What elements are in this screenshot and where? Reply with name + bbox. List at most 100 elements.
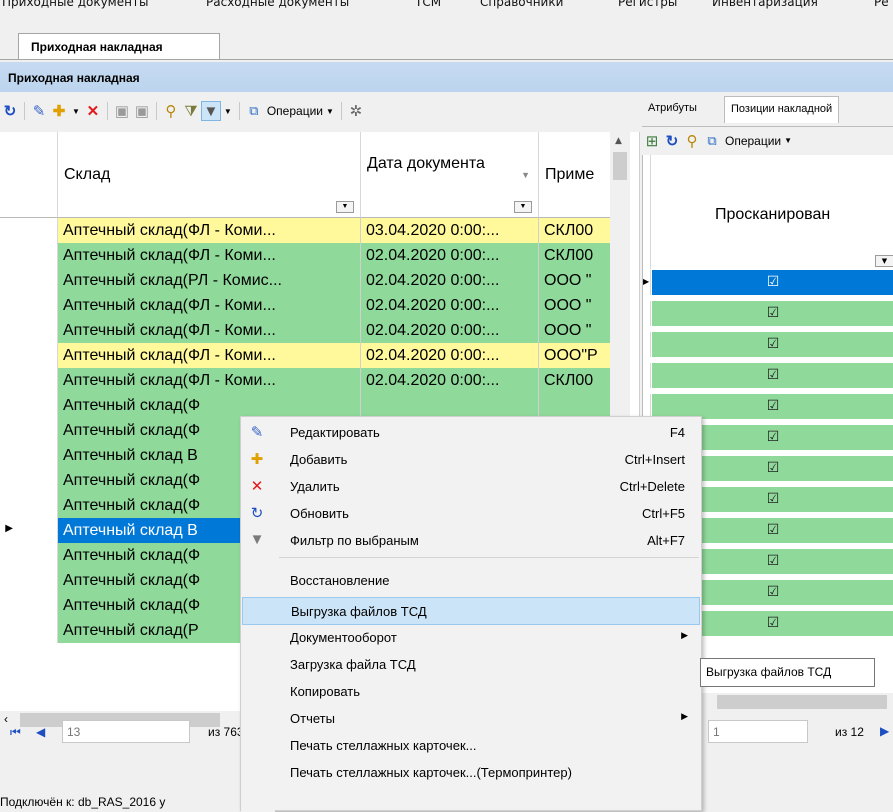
add-icon[interactable]: ✚: [49, 101, 69, 121]
cell-prim[interactable]: ООО ": [539, 268, 610, 293]
save-all-icon[interactable]: ▣: [132, 101, 152, 121]
table-row[interactable]: Аптечный склад(ФЛ - Коми... 02.04.2020 0:…: [0, 318, 639, 343]
table-row[interactable]: ▶ ☑: [643, 270, 893, 295]
scroll-thumb[interactable]: [717, 695, 887, 709]
menu-item-print-shelf-cards-thermal[interactable]: Печать стеллажных карточек...(Термопринт…: [242, 759, 700, 787]
refresh-icon[interactable]: ↻: [0, 101, 20, 121]
cell-sklad[interactable]: Аптечный склад(Ф: [58, 393, 361, 418]
column-header-date[interactable]: Дата документа ▼ ▼: [361, 132, 539, 218]
add-dropdown-icon[interactable]: ▼: [72, 107, 80, 116]
row-header[interactable]: [0, 443, 58, 468]
edit-icon[interactable]: ✎: [29, 101, 49, 121]
filter-dropdown-icon[interactable]: ▼: [875, 255, 893, 267]
menu-registers[interactable]: Регистры: [618, 0, 677, 9]
scroll-thumb[interactable]: [613, 152, 627, 180]
menu-incoming-docs[interactable]: Приходные документы: [2, 0, 148, 9]
row-header[interactable]: [0, 268, 58, 293]
binoculars-icon[interactable]: ⚲: [161, 101, 181, 121]
table-row[interactable]: Аптечный склад(ФЛ - Коми... 02.04.2020 0:…: [0, 343, 639, 368]
row-header[interactable]: [643, 301, 651, 326]
cell-date[interactable]: 02.04.2020 0:00:...: [361, 368, 539, 393]
binoculars-icon[interactable]: ⚲: [682, 131, 702, 151]
menu-item-restore[interactable]: Восстановление: [242, 567, 700, 595]
menu-item-copy[interactable]: Копировать: [242, 678, 700, 706]
tab-invoice-positions[interactable]: Позиции накладной: [724, 96, 840, 123]
menu-item-document-flow[interactable]: Документооборот ▶: [242, 624, 700, 652]
row-header[interactable]: [0, 543, 58, 568]
operations-dropdown-icon[interactable]: ▼: [784, 136, 792, 145]
row-header[interactable]: [0, 343, 58, 368]
next-page-icon[interactable]: ▶: [880, 724, 889, 738]
filter-clear-icon[interactable]: ⧩: [181, 101, 201, 121]
menu-outgoing-docs[interactable]: Расходные документы: [206, 0, 349, 9]
table-row[interactable]: Аптечный склад(ФЛ - Коми... 03.04.2020 0:…: [0, 218, 639, 243]
row-header[interactable]: ▶: [643, 270, 651, 295]
row-header[interactable]: [0, 293, 58, 318]
cell-date[interactable]: 02.04.2020 0:00:...: [361, 268, 539, 293]
filter-icon[interactable]: ▼: [200, 101, 221, 121]
cell-date[interactable]: 02.04.2020 0:00:...: [361, 318, 539, 343]
cell-prim[interactable]: СКЛ00: [539, 368, 610, 393]
table-row[interactable]: Аптечный склад(РЛ - Комис... 02.04.2020 0…: [0, 268, 639, 293]
cell-prim[interactable]: ООО"Р: [539, 343, 610, 368]
scroll-left-icon[interactable]: ‹: [4, 712, 8, 726]
table-row[interactable]: ☑: [643, 332, 893, 357]
cell-sklad[interactable]: Аптечный склад(ФЛ - Коми...: [58, 343, 361, 368]
cell-prim[interactable]: ООО ": [539, 293, 610, 318]
row-header[interactable]: [643, 332, 651, 357]
table-row[interactable]: Аптечный склад(ФЛ - Коми... 02.04.2020 0:…: [0, 293, 639, 318]
table-row[interactable]: ☑: [643, 301, 893, 326]
cell-prim[interactable]: ООО ": [539, 318, 610, 343]
tab-attributes[interactable]: Атрибуты: [642, 96, 703, 123]
column-header-prim[interactable]: Приме: [539, 132, 619, 218]
delete-icon[interactable]: ✕: [83, 101, 103, 121]
cell-prim[interactable]: СКЛ00: [539, 243, 610, 268]
menu-tsm[interactable]: ТСМ: [415, 0, 441, 9]
cell-prim[interactable]: [539, 393, 610, 418]
operations-button[interactable]: Операции: [267, 104, 323, 118]
menu-item-load-tsd-file[interactable]: Загрузка файла ТСД: [242, 651, 700, 679]
column-header-scanned[interactable]: Просканирован: [715, 206, 830, 224]
row-header[interactable]: [0, 393, 58, 418]
menu-item-reports[interactable]: Отчеты ▶: [242, 705, 700, 733]
menu-item-edit[interactable]: ✎ Редактировать F4: [242, 419, 700, 447]
menu-more[interactable]: Ре: [874, 0, 889, 9]
table-row[interactable]: Аптечный склад(ФЛ - Коми... 02.04.2020 0:…: [0, 243, 639, 268]
cell-prim[interactable]: СКЛ00: [539, 218, 610, 243]
cell-sklad[interactable]: Аптечный склад(ФЛ - Коми...: [58, 218, 361, 243]
operations-button[interactable]: Операции: [725, 134, 781, 148]
cell-date[interactable]: 02.04.2020 0:00:...: [361, 243, 539, 268]
table-row[interactable]: Аптечный склад(Ф: [0, 393, 639, 418]
save-icon[interactable]: ▣: [112, 101, 132, 121]
first-page-icon[interactable]: ⏮: [10, 725, 21, 740]
filter-dropdown-icon[interactable]: ▼: [514, 201, 532, 213]
cell-sklad[interactable]: Аптечный склад(ФЛ - Коми...: [58, 368, 361, 393]
menu-item-add[interactable]: ✚ Добавить Ctrl+Insert: [242, 446, 700, 474]
row-header[interactable]: [0, 493, 58, 518]
scroll-up-icon[interactable]: ▲: [615, 136, 622, 146]
cell-date[interactable]: 03.04.2020 0:00:...: [361, 218, 539, 243]
menu-inventory[interactable]: Инвентаризация: [712, 0, 818, 9]
row-header[interactable]: [0, 318, 58, 343]
scanned-checkbox[interactable]: ☑: [652, 301, 893, 326]
row-header[interactable]: [0, 418, 58, 443]
table-row[interactable]: ☑: [643, 363, 893, 388]
scanned-checkbox[interactable]: ☑: [652, 363, 893, 388]
menu-item-print-shelf-cards[interactable]: Печать стеллажных карточек...: [242, 732, 700, 760]
menu-item-delete[interactable]: ✕ Удалить Ctrl+Delete: [242, 473, 700, 501]
filter-dropdown-icon[interactable]: ▼: [224, 107, 232, 116]
row-header[interactable]: [0, 243, 58, 268]
row-header[interactable]: [0, 593, 58, 618]
row-header[interactable]: [0, 568, 58, 593]
menu-item-export-tsd-files[interactable]: Выгрузка файлов ТСД: [242, 597, 700, 625]
row-header[interactable]: [0, 468, 58, 493]
menu-item-filter-selected[interactable]: ▼ Фильтр по выбраным Alt+F7: [242, 527, 700, 555]
column-header-sklad[interactable]: Склад ▼: [58, 132, 361, 218]
prev-page-icon[interactable]: ◀: [36, 725, 45, 739]
operations-dropdown-icon[interactable]: ▼: [326, 107, 334, 116]
row-header[interactable]: [0, 218, 58, 243]
cell-sklad[interactable]: Аптечный склад(ФЛ - Коми...: [58, 293, 361, 318]
row-header[interactable]: [0, 368, 58, 393]
menu-item-refresh[interactable]: ↻ Обновить Ctrl+F5: [242, 500, 700, 528]
cell-date[interactable]: 02.04.2020 0:00:...: [361, 293, 539, 318]
